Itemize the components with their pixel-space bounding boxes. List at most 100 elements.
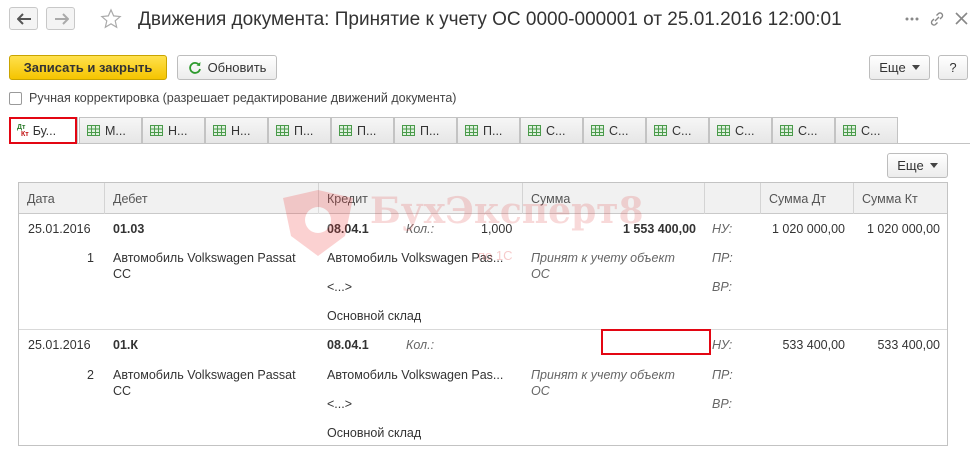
link-icon[interactable] <box>930 12 944 26</box>
table-icon <box>591 125 604 136</box>
tab-register-1[interactable]: М... <box>79 117 142 143</box>
credit-subconto-2: <...> <box>327 280 353 294</box>
vr-label: ВР: <box>712 397 733 411</box>
highlight-active-tab <box>9 117 77 144</box>
tab-label: С... <box>546 123 566 138</box>
table-icon <box>402 125 415 136</box>
tab-label: П... <box>357 123 377 138</box>
pr-label: ПР: <box>712 251 733 265</box>
debit-subconto: Автомобиль Volkswagen Passat <box>113 368 296 382</box>
manual-edit-checkbox[interactable] <box>9 92 22 105</box>
credit-subconto-1: Автомобиль Volkswagen Pas... <box>327 251 504 265</box>
tab-label: С... <box>735 123 755 138</box>
refresh-button[interactable]: Обновить <box>177 55 277 80</box>
more-label: Еще <box>879 60 906 75</box>
col-debit[interactable]: Дебет <box>105 183 319 214</box>
tab-register-11[interactable]: С... <box>709 117 772 143</box>
back-button[interactable] <box>9 7 38 30</box>
tab-label: П... <box>483 123 503 138</box>
table-icon <box>528 125 541 136</box>
tab-label: С... <box>861 123 881 138</box>
content-line-1: Принят к учету объект <box>531 368 675 382</box>
row-number: 1 <box>87 251 94 265</box>
tab-label: П... <box>294 123 314 138</box>
credit-subconto-3: Основной склад <box>327 426 422 440</box>
table-icon <box>213 125 226 136</box>
table-icon <box>654 125 667 136</box>
arrow-right-icon <box>55 13 69 25</box>
row-date: 25.01.2016 <box>28 222 91 236</box>
content-line-1: Принят к учету объект <box>531 251 675 265</box>
tab-label: Н... <box>231 123 251 138</box>
tab-register-8[interactable]: С... <box>520 117 583 143</box>
credit-account: 08.04.1 <box>327 338 369 352</box>
manual-edit-label: Ручная корректировка (разрешает редактир… <box>29 91 457 105</box>
col-sum-kt[interactable]: Сумма Кт <box>854 183 947 214</box>
tab-label: М... <box>105 123 126 138</box>
close-icon[interactable] <box>955 12 968 25</box>
favorite-star-icon[interactable] <box>100 8 122 30</box>
tab-register-4[interactable]: П... <box>268 117 331 143</box>
watermark-text: БухЭксперт8 <box>370 190 644 232</box>
table-icon <box>276 125 289 136</box>
content-line-2: ОС <box>531 267 550 281</box>
arrow-left-icon <box>17 13 31 25</box>
credit-subconto-1: Автомобиль Volkswagen Pas... <box>327 368 504 382</box>
content-line-2: ОС <box>531 384 550 398</box>
dropdown-arrow-icon <box>911 65 920 70</box>
nu-label: НУ: <box>712 338 733 352</box>
tab-register-10[interactable]: С... <box>646 117 709 143</box>
refresh-icon <box>188 61 201 74</box>
sum-dt: 1 020 000,00 <box>772 222 845 236</box>
tab-register-2[interactable]: Н... <box>142 117 205 143</box>
grid-more-label: Еще <box>897 158 924 173</box>
tab-register-6[interactable]: П... <box>394 117 457 143</box>
col-tax-type[interactable] <box>705 183 761 214</box>
credit-account: 08.04.1 <box>327 222 369 236</box>
credit-subconto-2: <...> <box>327 397 353 411</box>
tab-register-3[interactable]: Н... <box>205 117 268 143</box>
tab-register-7[interactable]: П... <box>457 117 520 143</box>
qty-label: Кол.: <box>406 338 435 352</box>
vr-label: ВР: <box>712 280 733 294</box>
tab-label: С... <box>672 123 692 138</box>
sum-kt: 533 400,00 <box>877 338 940 352</box>
dropdown-arrow-icon <box>929 163 938 168</box>
row-number: 2 <box>87 368 94 382</box>
row-date: 25.01.2016 <box>28 338 91 352</box>
watermark-subtext: по 1С <box>478 248 513 263</box>
forward-button[interactable] <box>46 7 75 30</box>
credit-subconto-3: Основной склад <box>327 309 422 323</box>
tab-register-13[interactable]: С... <box>835 117 898 143</box>
help-button[interactable]: ? <box>938 55 968 80</box>
sum-kt: 1 020 000,00 <box>867 222 940 236</box>
sum-dt: 533 400,00 <box>782 338 845 352</box>
debit-subconto-2: CC <box>113 267 132 281</box>
debit-account: 01.03 <box>113 222 145 236</box>
tab-register-9[interactable]: С... <box>583 117 646 143</box>
row-divider <box>19 329 947 330</box>
table-icon <box>150 125 163 136</box>
col-sum-dt[interactable]: Сумма Дт <box>761 183 854 214</box>
tab-label: С... <box>609 123 629 138</box>
grid-more-button[interactable]: Еще <box>887 153 948 178</box>
debit-subconto: Автомобиль Volkswagen Passat <box>113 251 296 265</box>
save-and-close-button[interactable]: Записать и закрыть <box>9 55 167 80</box>
col-date[interactable]: Дата <box>19 183 105 214</box>
table-icon <box>780 125 793 136</box>
page-title: Движения документа: Принятие к учету ОС … <box>138 9 842 30</box>
tab-label: П... <box>420 123 440 138</box>
table-icon <box>843 125 856 136</box>
tab-label: Н... <box>168 123 188 138</box>
highlight-empty-amount <box>601 329 711 355</box>
tab-register-5[interactable]: П... <box>331 117 394 143</box>
more-button[interactable]: Еще <box>869 55 930 80</box>
debit-subconto-2: CC <box>113 384 132 398</box>
refresh-label: Обновить <box>207 60 267 75</box>
tab-label: С... <box>798 123 818 138</box>
table-icon <box>717 125 730 136</box>
nu-label: НУ: <box>712 222 733 236</box>
more-actions-icon[interactable] <box>905 12 919 26</box>
table-icon <box>339 125 352 136</box>
tab-register-12[interactable]: С... <box>772 117 835 143</box>
